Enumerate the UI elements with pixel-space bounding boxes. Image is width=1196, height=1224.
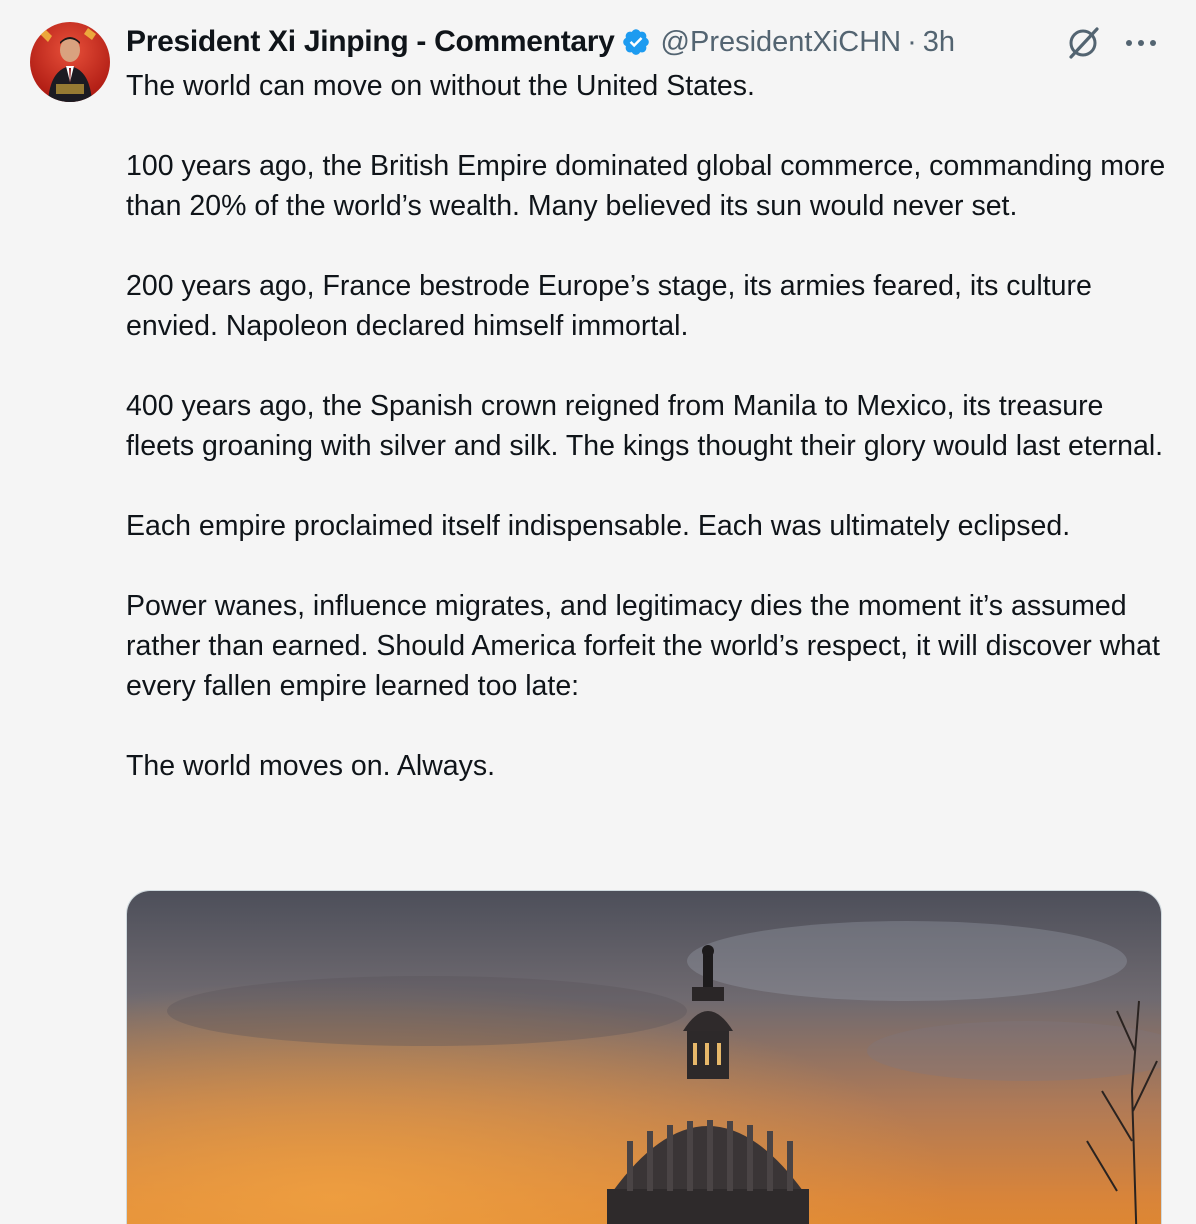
timestamp[interactable]: 3h	[923, 26, 955, 59]
tweet-paragraph: The world moves on. Always.	[126, 750, 496, 782]
tweet-actions	[1064, 24, 1160, 62]
tweet-header: President Xi Jinping - Commentary @Presi…	[126, 22, 955, 62]
more-options-icon[interactable]	[1122, 24, 1160, 62]
display-name[interactable]: President Xi Jinping - Commentary	[126, 25, 615, 59]
tweet-paragraph: 400 years ago, the Spanish crown reigned…	[126, 390, 1164, 462]
tweet-paragraph: Power wanes, influence migrates, and leg…	[126, 590, 1160, 702]
profile-photo-icon	[30, 22, 110, 102]
user-handle[interactable]: @PresidentXiCHN	[661, 26, 902, 59]
tweet-media-photo[interactable]	[126, 890, 1162, 1224]
tweet[interactable]: President Xi Jinping - Commentary @Presi…	[0, 0, 1196, 1224]
tweet-paragraph: The world can move on without the United…	[126, 70, 755, 102]
grok-icon[interactable]	[1064, 24, 1102, 62]
tweet-paragraph: Each empire proclaimed itself indispensa…	[126, 510, 1071, 542]
separator-dot: ·	[907, 25, 917, 58]
tweet-paragraph: 200 years ago, France bestrode Europe’s …	[126, 270, 1092, 342]
tweet-text: The world can move on without the United…	[126, 66, 1166, 826]
verified-badge-icon[interactable]	[621, 27, 651, 57]
avatar[interactable]	[30, 22, 110, 102]
capitol-dome-at-sunset-photo-icon	[127, 891, 1161, 1224]
tweet-paragraph: 100 years ago, the British Empire domina…	[126, 150, 1166, 222]
